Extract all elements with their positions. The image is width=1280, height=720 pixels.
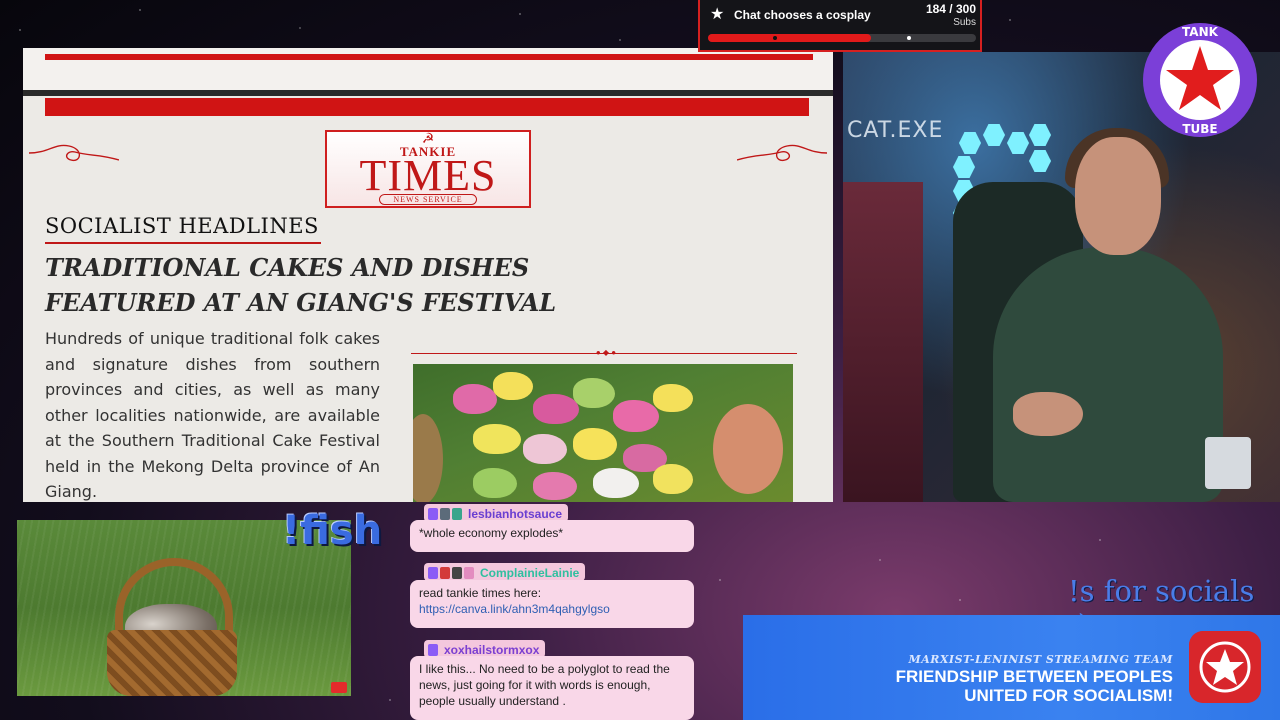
section-underline [45,242,321,244]
streaming-team-banner: MARXIST-LENINIST STREAMING TEAM FRIENDSH… [743,615,1280,720]
newspaper-divider [23,90,833,96]
badge-icon [428,643,438,656]
badge-icon [452,566,462,579]
newspaper-red-rule [45,54,813,60]
webcam-label: CAT.EXE [847,118,944,143]
star-icon: ★ [710,6,725,23]
tankie-times-logo: ☭ TANKIE TIMES NEWS SERVICE [325,130,531,208]
fish-command-label: !fish [282,508,383,554]
article-headline: TRADITIONAL CAKES AND DISHES FEATURED AT… [45,250,825,320]
logo-brand-main: TIMES [359,151,497,200]
progress-marker [773,36,777,40]
streamer-head [1075,137,1161,255]
tank-tube-top-word: TANK [1182,25,1219,39]
banner-line-2: UNITED FOR SOCIALISM! [964,686,1173,705]
chat-message: lesbianhotsauce *whole economy explodes* [410,504,694,554]
chat-username: xoxhailstormxox [444,642,540,657]
ornament-swirl-left-icon [29,144,119,162]
badge-icon [464,566,474,579]
photo-frame-ornament-icon: ● ◆ ● [595,348,617,357]
article-photo [413,364,793,502]
chat-message: ComplainieLainie read tankie times here:… [410,563,694,629]
webcam-cup [1205,437,1251,489]
badge-icon [440,566,450,579]
chat-text: I like this... No need to be a polyglot … [419,662,670,708]
ornament-swirl-right-icon [737,144,827,162]
chat-message: xoxhailstormxox I like this... No need t… [410,640,694,720]
badge-icon [428,566,438,579]
section-heading: SOCIALIST HEADLINES [45,214,319,238]
chat-text: *whole economy explodes* [419,526,564,540]
webcam-shelf [843,182,923,502]
chat-bubble: *whole economy explodes* [410,520,694,552]
tank-tube-side-word: TUBE [1182,122,1217,136]
sub-goal-widget: ★ Chat chooses a cosplay 184 / 300 Subs [698,0,982,52]
chat-user-tag: ComplainieLainie [424,563,586,581]
chat-link[interactable]: https://canva.link/ahn3m4qahgylgso [419,601,685,617]
sub-goal-progress-fill [708,34,872,42]
sub-goal-count: 184 / 300 [925,2,976,16]
newspaper-red-bar [45,98,809,116]
video-logo-icon [331,682,347,693]
chat-bubble: I like this... No need to be a polyglot … [410,656,694,720]
headline-line-2: FEATURED AT AN GIANG'S FESTIVAL [45,288,557,317]
article-body: Hundreds of unique traditional folk cake… [45,329,380,501]
chat-bubble: read tankie times here: https://canva.li… [410,580,694,628]
sub-goal-unit: Subs [953,17,976,28]
badge-icon [440,507,450,520]
logo-brand-sub: NEWS SERVICE [379,194,477,205]
banner-subtitle: MARXIST-LENINIST STREAMING TEAM [908,653,1173,666]
sub-goal-progress-bar [708,34,976,42]
newspaper-panel: ☭ TANKIE TIMES NEWS SERVICE SOCIALIST HE… [23,48,833,502]
streamer-hand [1013,392,1083,436]
chat-username: ComplainieLainie [480,565,580,580]
tank-tube-logo: TANK TUBE [1143,23,1257,137]
streamer-body [993,247,1223,502]
red-star-logo-icon [1189,631,1261,703]
badge-icon [428,507,438,520]
basket [107,630,237,696]
headline-line-1: TRADITIONAL CAKES AND DISHES [45,253,530,282]
badge-icon [452,507,462,520]
progress-marker [907,36,911,40]
sub-goal-title: Chat chooses a cosplay [734,8,871,22]
chat-text: read tankie times here: [419,586,542,600]
chat-username: lesbianhotsauce [468,506,563,521]
banner-line-1: FRIENDSHIP BETWEEN PEOPLES [895,667,1173,686]
